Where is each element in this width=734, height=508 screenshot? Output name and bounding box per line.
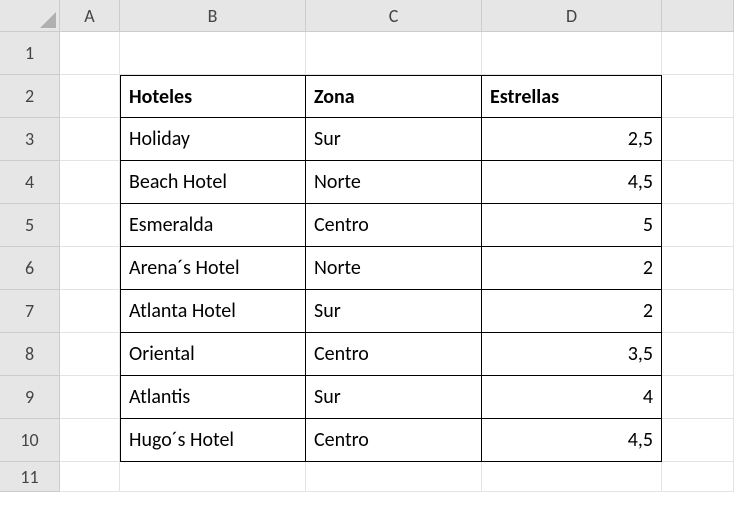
- cell-B9[interactable]: Atlantis: [120, 376, 306, 419]
- select-all-corner[interactable]: [0, 0, 60, 32]
- cell-E3[interactable]: [662, 118, 734, 161]
- column-header-C[interactable]: C: [306, 0, 482, 32]
- cell-B10[interactable]: Hugo´s Hotel: [120, 419, 306, 462]
- cell-D4[interactable]: 4,5: [482, 161, 662, 204]
- cell-D9[interactable]: 4: [482, 376, 662, 419]
- cell-C1[interactable]: [306, 32, 482, 75]
- cell-A8[interactable]: [60, 333, 120, 376]
- cell-A5[interactable]: [60, 204, 120, 247]
- cell-C10[interactable]: Centro: [306, 419, 482, 462]
- cell-E2[interactable]: [662, 75, 734, 118]
- row-header-3[interactable]: 3: [0, 118, 60, 161]
- cell-C7[interactable]: Sur: [306, 290, 482, 333]
- cell-E7[interactable]: [662, 290, 734, 333]
- row-header-6[interactable]: 6: [0, 247, 60, 290]
- cell-D10[interactable]: 4,5: [482, 419, 662, 462]
- cell-A10[interactable]: [60, 419, 120, 462]
- column-headers: A B C D: [60, 0, 734, 32]
- cell-D11[interactable]: [482, 462, 662, 492]
- select-all-icon: [40, 12, 56, 28]
- row-header-10[interactable]: 10: [0, 419, 60, 462]
- row-header-1[interactable]: 1: [0, 32, 60, 75]
- cell-D7[interactable]: 2: [482, 290, 662, 333]
- cell-C6[interactable]: Norte: [306, 247, 482, 290]
- cell-D2[interactable]: Estrellas: [482, 75, 662, 118]
- cell-E8[interactable]: [662, 333, 734, 376]
- cell-D8[interactable]: 3,5: [482, 333, 662, 376]
- cell-A7[interactable]: [60, 290, 120, 333]
- column-header-A[interactable]: A: [60, 0, 120, 32]
- cell-B11[interactable]: [120, 462, 306, 492]
- cell-C5[interactable]: Centro: [306, 204, 482, 247]
- cell-C9[interactable]: Sur: [306, 376, 482, 419]
- row-header-2[interactable]: 2: [0, 75, 60, 118]
- cell-E1[interactable]: [662, 32, 734, 75]
- cell-A3[interactable]: [60, 118, 120, 161]
- cell-E4[interactable]: [662, 161, 734, 204]
- row-headers: 1 2 3 4 5 6 7 8 9 10 11: [0, 32, 60, 492]
- cell-A6[interactable]: [60, 247, 120, 290]
- cell-D1[interactable]: [482, 32, 662, 75]
- column-header-B[interactable]: B: [120, 0, 306, 32]
- cell-B3[interactable]: Holiday: [120, 118, 306, 161]
- cell-C2[interactable]: Zona: [306, 75, 482, 118]
- cell-B7[interactable]: Atlanta Hotel: [120, 290, 306, 333]
- cell-A11[interactable]: [60, 462, 120, 492]
- cell-D3[interactable]: 2,5: [482, 118, 662, 161]
- grid: Hoteles Zona Estrellas Holiday Sur 2,5 B…: [60, 32, 734, 508]
- cell-D6[interactable]: 2: [482, 247, 662, 290]
- cell-A9[interactable]: [60, 376, 120, 419]
- cell-C3[interactable]: Sur: [306, 118, 482, 161]
- cell-C8[interactable]: Centro: [306, 333, 482, 376]
- cell-B2[interactable]: Hoteles: [120, 75, 306, 118]
- cell-B4[interactable]: Beach Hotel: [120, 161, 306, 204]
- cell-B8[interactable]: Oriental: [120, 333, 306, 376]
- row-header-5[interactable]: 5: [0, 204, 60, 247]
- row-header-11[interactable]: 11: [0, 462, 60, 492]
- row-header-8[interactable]: 8: [0, 333, 60, 376]
- column-header-D[interactable]: D: [482, 0, 662, 32]
- row-header-7[interactable]: 7: [0, 290, 60, 333]
- cell-B5[interactable]: Esmeralda: [120, 204, 306, 247]
- cell-E9[interactable]: [662, 376, 734, 419]
- cell-B1[interactable]: [120, 32, 306, 75]
- cell-E11[interactable]: [662, 462, 734, 492]
- cell-E10[interactable]: [662, 419, 734, 462]
- cell-C11[interactable]: [306, 462, 482, 492]
- row-header-4[interactable]: 4: [0, 161, 60, 204]
- cell-E6[interactable]: [662, 247, 734, 290]
- row-header-9[interactable]: 9: [0, 376, 60, 419]
- cell-A2[interactable]: [60, 75, 120, 118]
- column-header-next[interactable]: [662, 0, 734, 32]
- cell-E5[interactable]: [662, 204, 734, 247]
- cell-A4[interactable]: [60, 161, 120, 204]
- cell-B6[interactable]: Arena´s Hotel: [120, 247, 306, 290]
- cell-A1[interactable]: [60, 32, 120, 75]
- cell-D5[interactable]: 5: [482, 204, 662, 247]
- cell-C4[interactable]: Norte: [306, 161, 482, 204]
